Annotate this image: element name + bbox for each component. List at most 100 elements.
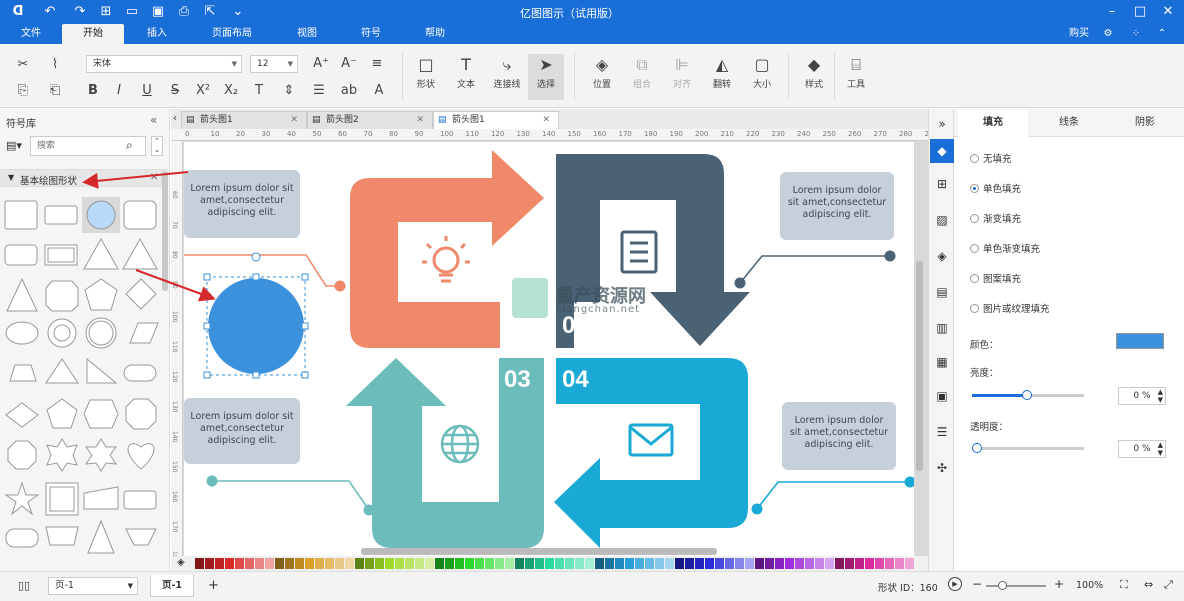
add-page-button[interactable]: + [208, 578, 219, 593]
color-swatch[interactable] [525, 558, 534, 569]
save-icon[interactable]: ▣ [150, 4, 166, 20]
font-color-icon[interactable]: A [370, 82, 388, 100]
text-button[interactable]: T 文本 [450, 56, 482, 91]
tab-line[interactable]: 线条 [1034, 109, 1104, 137]
shape-diamond[interactable] [125, 278, 157, 310]
layers-panel-icon[interactable]: ◈ [933, 247, 951, 265]
color-swatch[interactable] [815, 558, 824, 569]
shrink-panel-icon[interactable]: ✣ [933, 459, 951, 477]
color-swatch[interactable] [285, 558, 294, 569]
color-swatch[interactable] [265, 558, 274, 569]
slider-thumb[interactable] [972, 443, 982, 453]
color-swatch[interactable] [865, 558, 874, 569]
shape-rounded-rect-2[interactable] [123, 490, 157, 510]
color-swatch[interactable] [215, 558, 224, 569]
text-note-2[interactable]: Lorem ipsum dolor sit amet,consectetur a… [780, 172, 894, 240]
undo-icon[interactable]: ↶ [42, 4, 58, 20]
zoom-thumb[interactable] [998, 581, 1007, 590]
close-tab-icon[interactable]: ✕ [416, 112, 424, 128]
color-swatch[interactable] [275, 558, 284, 569]
tab-symbol[interactable]: 符号 [348, 24, 394, 44]
shape-triangle[interactable] [83, 237, 119, 270]
color-swatch[interactable] [335, 558, 344, 569]
option-solid-gradient-fill[interactable]: 单色渐变填充 [970, 241, 1040, 255]
color-swatch[interactable] [565, 558, 574, 569]
vertical-scrollbar[interactable] [916, 261, 923, 471]
page-view-icon[interactable]: ▯▯ [18, 579, 30, 592]
slider-thumb[interactable] [1022, 390, 1032, 400]
close-icon[interactable]: ✕ [1160, 4, 1176, 20]
color-swatch[interactable] [755, 558, 764, 569]
option-solid-fill[interactable]: 单色填充 [970, 181, 1021, 195]
decrease-font-icon[interactable]: A⁻ [340, 55, 358, 73]
color-swatch[interactable] [825, 558, 834, 569]
export-icon[interactable]: ⇱ [202, 4, 218, 20]
color-swatch[interactable] [905, 558, 914, 569]
color-swatch[interactable] [725, 558, 734, 569]
style-button[interactable]: ◆ 样式 [798, 56, 830, 91]
color-swatch[interactable] [545, 558, 554, 569]
brightness-input[interactable]: 0 % ▲ ▼ [1118, 387, 1166, 405]
data-panel-icon[interactable]: ▣ [933, 387, 951, 405]
redo-icon[interactable]: ↷ [72, 4, 88, 20]
color-swatch[interactable] [685, 558, 694, 569]
color-swatch[interactable] [655, 558, 664, 569]
text-highlight-icon[interactable]: ab [340, 82, 358, 100]
font-family-select[interactable]: 宋体 ▼ [86, 55, 242, 73]
print-icon[interactable]: ⎙ [176, 4, 192, 20]
color-swatch[interactable] [805, 558, 814, 569]
shape-parallelogram[interactable] [129, 322, 159, 344]
italic-icon[interactable]: I [110, 82, 128, 100]
color-swatch[interactable] [245, 558, 254, 569]
shape-star-burst[interactable] [46, 438, 78, 472]
color-swatch[interactable] [255, 558, 264, 569]
shape-ellipse[interactable] [5, 321, 39, 345]
maximize-icon[interactable]: □ [1132, 4, 1148, 20]
horizontal-scrollbar[interactable] [361, 548, 717, 555]
doc-tab-3[interactable]: ▤ 箭头图1 ✕ [433, 111, 559, 129]
zoom-out-icon[interactable]: − [972, 577, 982, 591]
tab-insert[interactable]: 插入 [134, 24, 180, 44]
diagram-page[interactable]: Lorem ipsum dolor sit amet,consectetur a… [184, 142, 914, 556]
color-swatch[interactable] [795, 558, 804, 569]
transparency-input[interactable]: 0 % ▲ ▼ [1118, 440, 1166, 458]
doc-tab-1[interactable]: ▤ 箭头图1 ✕ [181, 111, 307, 129]
color-swatch[interactable] [505, 558, 514, 569]
color-swatch[interactable] [625, 558, 634, 569]
image-panel-icon[interactable]: ▨ [933, 211, 951, 229]
close-tab-icon[interactable]: ✕ [542, 112, 550, 128]
shape-trapezoid[interactable] [9, 364, 37, 382]
color-swatch[interactable] [845, 558, 854, 569]
new-file-icon[interactable]: ⊞ [98, 4, 114, 20]
shape-rounded-square[interactable] [123, 200, 157, 230]
shape-button[interactable]: □ 形状 [410, 56, 442, 91]
underline-icon[interactable]: U [138, 82, 156, 100]
shape-inverted-trapezoid[interactable] [125, 528, 157, 546]
shape-hexagon[interactable] [83, 399, 119, 429]
text-note-3[interactable]: Lorem ipsum dolor sit amet,consectetur a… [184, 398, 300, 464]
fit-width-icon[interactable]: ⇔ [1144, 578, 1153, 591]
color-swatch[interactable] [385, 558, 394, 569]
tab-fill[interactable]: 填充 [958, 109, 1028, 137]
table-panel-icon[interactable]: ▦ [933, 353, 951, 371]
color-swatch[interactable] [775, 558, 784, 569]
color-swatch[interactable] [305, 558, 314, 569]
color-swatch[interactable] [375, 558, 384, 569]
shape-star[interactable] [4, 481, 40, 516]
canvas-area[interactable]: 0 10 20 30 40 50 60 70 80 90 100 110 120 130 140 150 160… [171, 129, 928, 556]
fill-bucket-icon[interactable]: ◈ [177, 557, 185, 568]
align-button[interactable]: ⊫ 对齐 [666, 56, 698, 91]
search-scroll-arrows[interactable]: ⌃ ⌄ [151, 136, 163, 156]
color-swatch[interactable] [355, 558, 364, 569]
cut-icon[interactable]: ✂ [14, 56, 32, 74]
color-swatch[interactable] [715, 558, 724, 569]
shape-trapezoid-2[interactable] [45, 526, 79, 546]
option-gradient-fill[interactable]: 渐变填充 [970, 211, 1021, 225]
color-swatch[interactable] [515, 558, 524, 569]
library-menu-icon[interactable]: ▤▾ [6, 139, 22, 152]
color-swatch[interactable] [195, 558, 204, 569]
color-swatch[interactable] [785, 558, 794, 569]
bold-icon[interactable]: B [84, 82, 102, 100]
paste-icon[interactable]: ⎗ [46, 82, 64, 100]
text-case-icon[interactable]: T [250, 82, 268, 100]
